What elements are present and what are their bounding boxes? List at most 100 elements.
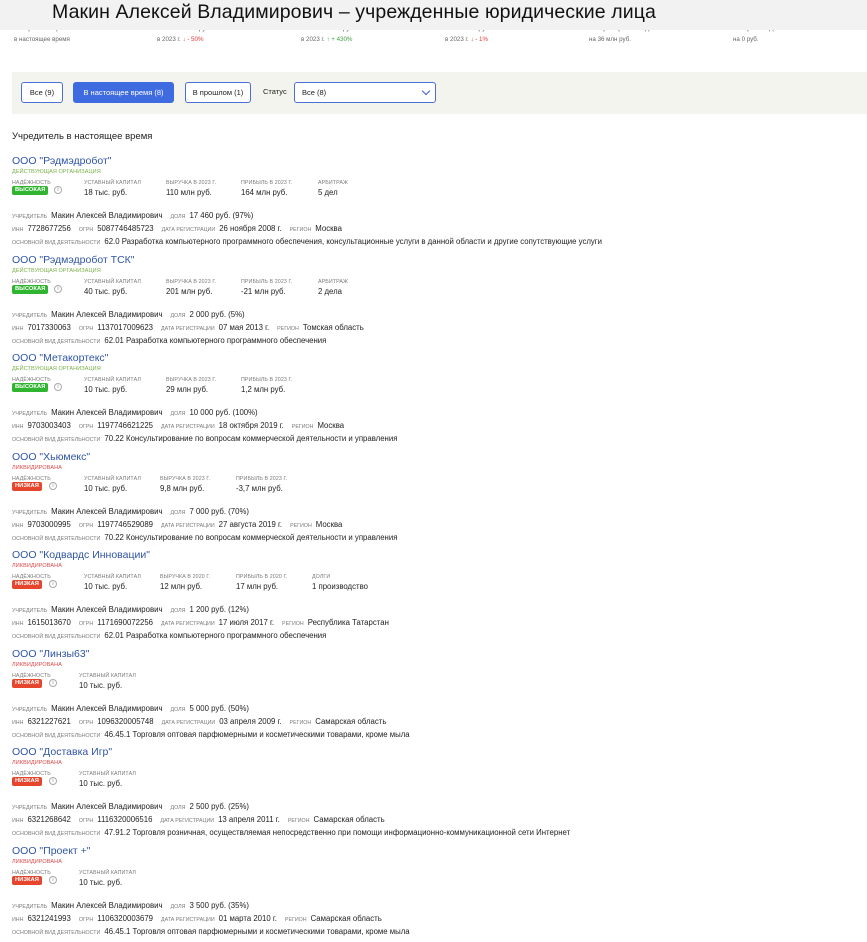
activity-value: 62.0 Разработка компьютерного программно… — [104, 237, 603, 246]
capital-value: 10 тыс. руб. — [84, 385, 128, 394]
org-name-link[interactable]: ООО "Хьюмекс" — [12, 451, 90, 463]
activity-value: 47.91.2 Торговля розничная, осуществляем… — [104, 828, 571, 837]
profit-label: прибыль в 2023 г. — [241, 180, 293, 186]
status-select-value: Все (8) — [302, 88, 327, 97]
extra-label: арбитраж — [318, 180, 348, 186]
stats-strip: 8организациив настоящее время 300млн руб… — [0, 26, 867, 54]
stat-caption: в 2023 г. — [301, 36, 325, 43]
info-icon[interactable]: i — [49, 482, 57, 490]
org-card: ООО "Линзы63" ЛИКВИДИРОВАНА надёжность НИЗК… — [12, 648, 852, 740]
activity-label: основной вид деятельности — [12, 437, 101, 443]
revenue-label: выручка в 2023 г. — [160, 476, 211, 482]
reliability-badge: НИЗКАЯ — [12, 679, 42, 688]
profit-label: прибыль в 2020 г. — [236, 574, 288, 580]
capital-label: уставный капитал — [79, 870, 136, 876]
revenue-label: выручка в 2020 г. — [160, 574, 211, 580]
status-select[interactable]: Все (8) — [294, 82, 436, 103]
stat-change: - 50% — [187, 36, 204, 43]
capital-value: 10 тыс. руб. — [79, 878, 123, 887]
stat-caption: на 0 руб. — [733, 36, 759, 43]
activity-row: основной вид деятельности 46.45.1 Торговл… — [12, 921, 418, 939]
chevron-down-icon — [421, 86, 431, 96]
activity-row: основной вид деятельности 62.0 Разработка… — [12, 231, 610, 249]
org-status: ДЕЙСТВУЮЩАЯ ОРГАНИЗАЦИЯ — [12, 169, 101, 175]
activity-label: основной вид деятельности — [12, 831, 101, 837]
activity-label: основной вид деятельности — [12, 339, 101, 345]
activity-label: основной вид деятельности — [12, 536, 101, 542]
profit-label: прибыль в 2023 г. — [241, 377, 293, 383]
org-name-link[interactable]: ООО "Доставка Игр" — [12, 746, 112, 758]
extra-label: арбитраж — [318, 279, 348, 285]
profit-value: -3,7 млн руб. — [236, 484, 283, 493]
activity-row: основной вид деятельности 70.22 Консульти… — [12, 428, 405, 446]
revenue-label: выручка в 2023 г. — [166, 279, 217, 285]
revenue-label: выручка в 2023 г. — [166, 377, 217, 383]
activity-row: основной вид деятельности 70.22 Консульти… — [12, 527, 405, 545]
org-name-link[interactable]: ООО "Рэдмэдробот" — [12, 155, 111, 167]
revenue-value: 110 млн руб. — [166, 188, 212, 197]
org-name-link[interactable]: ООО "Рэдмэдробот ТСК" — [12, 254, 135, 266]
org-name-link[interactable]: ООО "Линзы63" — [12, 648, 89, 660]
info-icon[interactable]: i — [54, 186, 62, 194]
capital-label: уставный капитал — [84, 377, 141, 383]
arrow-down-icon: ↓ — [470, 36, 474, 43]
profit-label: прибыль в 2023 г. — [241, 279, 293, 285]
reliability-badge: ВЫСОКАЯ — [12, 383, 49, 392]
info-icon[interactable]: i — [54, 285, 62, 293]
org-name-link[interactable]: ООО "Кодвардс Инновации" — [12, 549, 150, 561]
activity-value: 62.01 Разработка компьютерного программн… — [104, 336, 327, 345]
activity-label: основной вид деятельности — [12, 634, 101, 640]
reliability-badge: НИЗКАЯ — [12, 876, 42, 885]
info-icon[interactable]: i — [49, 777, 57, 785]
capital-label: уставный капитал — [84, 476, 141, 482]
profit-value: 164 млн руб. — [241, 188, 288, 197]
profit-value: 1,2 млн руб. — [241, 385, 286, 394]
activity-value: 70.22 Консультирование по вопросам комме… — [104, 434, 398, 443]
filter-bar: Все (9) В настоящее время (8) В прошлом … — [12, 72, 867, 114]
extra-label: долги — [312, 574, 331, 580]
filter-past-button[interactable]: В прошлом (1) — [185, 82, 251, 103]
org-status: ДЕЙСТВУЮЩАЯ ОРГАНИЗАЦИЯ — [12, 268, 101, 274]
org-card: ООО "Доставка Игр" ЛИКВИДИРОВАНА надёжност… — [12, 746, 852, 838]
info-icon[interactable]: i — [49, 679, 57, 687]
activity-label: основной вид деятельности — [12, 930, 101, 936]
arrow-down-icon: ↓ — [182, 36, 186, 43]
org-status: ЛИКВИДИРОВАНА — [12, 859, 62, 865]
profit-value: -21 млн руб. — [241, 287, 286, 296]
status-label: Статус — [263, 87, 287, 96]
org-status: ЛИКВИДИРОВАНА — [12, 465, 62, 471]
org-status: ЛИКВИДИРОВАНА — [12, 662, 62, 668]
reliability-badge: ВЫСОКАЯ — [12, 285, 49, 294]
capital-value: 18 тыс. руб. — [84, 188, 128, 197]
info-icon[interactable]: i — [54, 383, 62, 391]
org-card: ООО "Метакортекс" ДЕЙСТВУЮЩАЯ ОРГАНИЗАЦИЯ… — [12, 352, 852, 444]
activity-value: 62.01 Разработка компьютерного программн… — [104, 631, 327, 640]
activity-row: основной вид деятельности 62.01 Разработк… — [12, 330, 334, 348]
capital-label: уставный капитал — [84, 279, 141, 285]
org-status: ДЕЙСТВУЮЩАЯ ОРГАНИЗАЦИЯ — [12, 366, 101, 372]
stat-caption: в настоящее время — [14, 36, 70, 43]
revenue-value: 201 млн руб. — [166, 287, 213, 296]
filter-all-button[interactable]: Все (9) — [21, 82, 63, 103]
revenue-label: выручка в 2023 г. — [166, 180, 217, 186]
org-card: ООО "Проект +" ЛИКВИДИРОВАНА надёжность НИЗ… — [12, 845, 852, 937]
org-card: ООО "Хьюмекс" ЛИКВИДИРОВАНА надёжность НИЗК… — [12, 451, 852, 543]
info-icon[interactable]: i — [49, 876, 57, 884]
org-status: ЛИКВИДИРОВАНА — [12, 563, 62, 569]
org-name-link[interactable]: ООО "Метакортекс" — [12, 352, 108, 364]
capital-label: уставный капитал — [79, 771, 136, 777]
stat-caption: на 36 млн руб. — [589, 36, 631, 43]
revenue-value: 29 млн руб. — [166, 385, 209, 394]
org-card: ООО "Рэдмэдробот ТСК" ДЕЙСТВУЮЩАЯ ОРГАНИЗ… — [12, 254, 852, 346]
capital-label: уставный капитал — [79, 673, 136, 679]
org-name-link[interactable]: ООО "Проект +" — [12, 845, 91, 857]
stat-caption: в 2023 г. — [445, 36, 469, 43]
reliability-badge: НИЗКАЯ — [12, 777, 42, 786]
capital-value: 40 тыс. руб. — [84, 287, 128, 296]
capital-value: 10 тыс. руб. — [79, 779, 123, 788]
activity-row: основной вид деятельности 47.91.2 Торговл… — [12, 822, 578, 840]
page-title: Макин Алексей Владимирович – учрежденные… — [52, 1, 656, 23]
info-icon[interactable]: i — [49, 580, 57, 588]
filter-current-button[interactable]: В настоящее время (8) — [73, 82, 174, 103]
reliability-badge: НИЗКАЯ — [12, 580, 42, 589]
